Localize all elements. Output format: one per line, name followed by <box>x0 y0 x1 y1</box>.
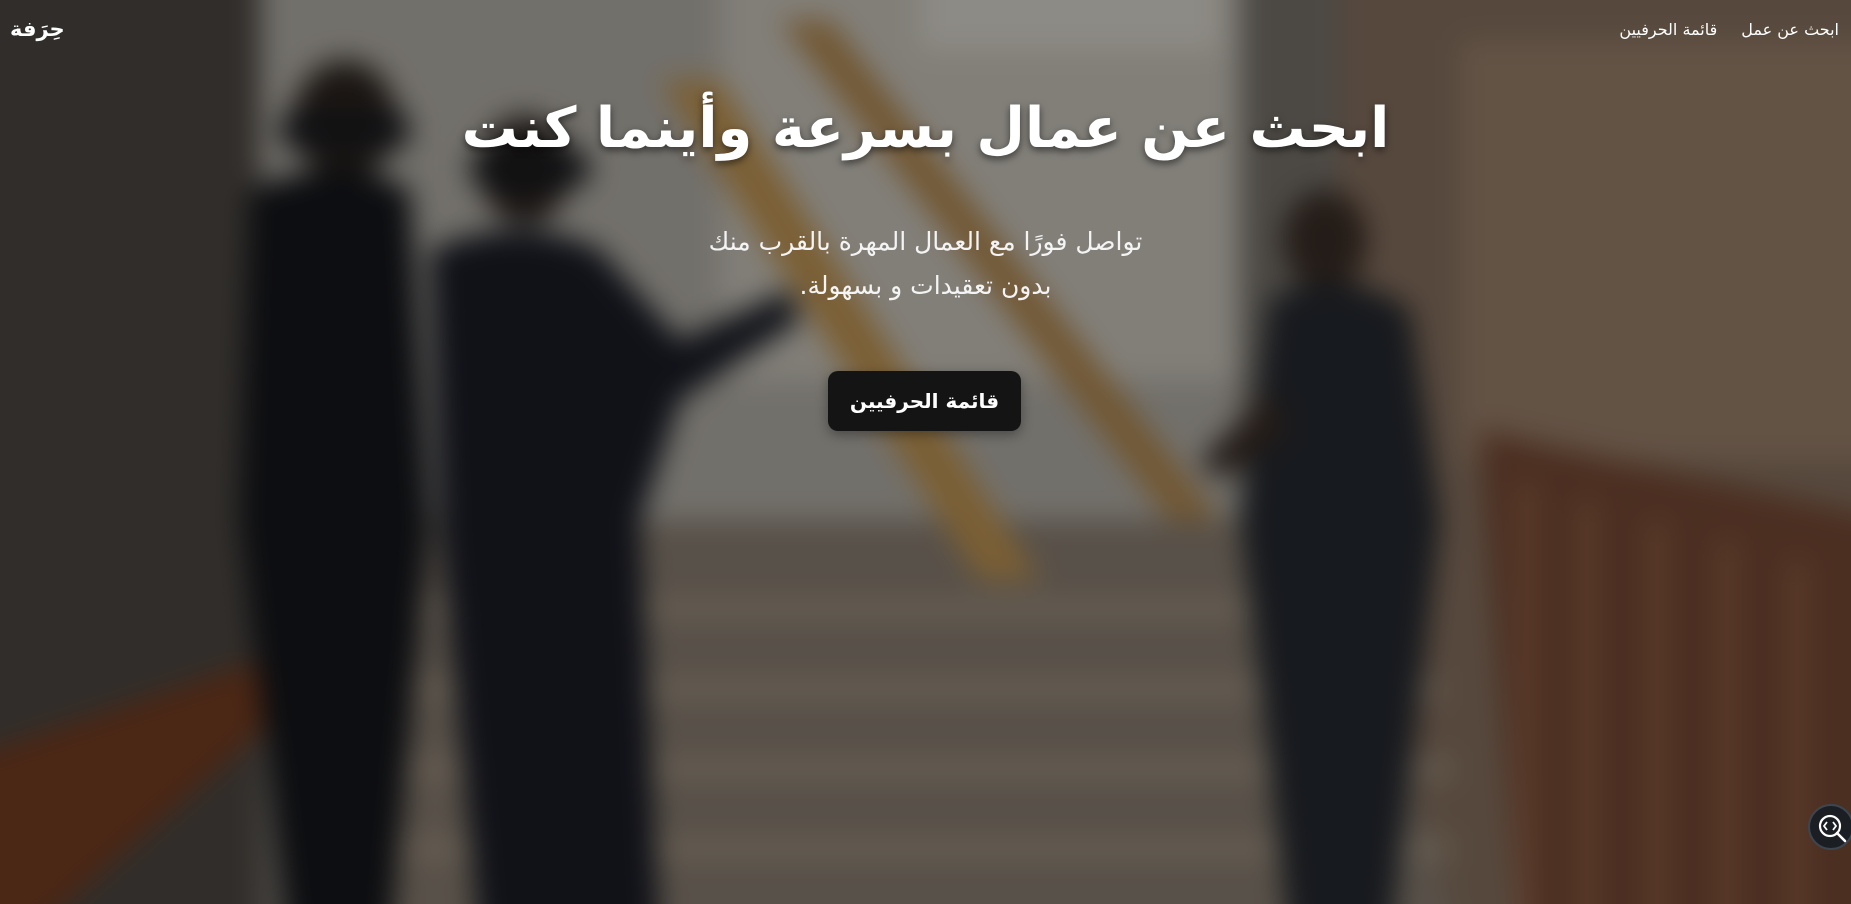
nav-link-craftsmen-list[interactable]: قائمة الحرفيين <box>1619 20 1717 39</box>
hero-subtitle: تواصل فورًا مع العمال المهرة بالقرب منك … <box>0 220 1851 308</box>
floating-tool-button[interactable] <box>1808 804 1851 850</box>
nav-links: ابحث عن عمل قائمة الحرفيين <box>1619 20 1839 39</box>
hero-title: ابحث عن عمال بسرعة وأينما كنت <box>461 96 1390 161</box>
hero-subtitle-line-2: بدون تعقيدات و بسهولة. <box>799 271 1052 300</box>
brand-logo[interactable]: حِرَفة <box>10 17 65 41</box>
code-search-icon <box>1818 814 1847 843</box>
hero-subtitle-line-1: تواصل فورًا مع العمال المهرة بالقرب منك <box>708 227 1143 256</box>
hero-section: ابحث عن عمل قائمة الحرفيين حِرَفة ابحث ع… <box>0 0 1851 904</box>
nav-link-find-job[interactable]: ابحث عن عمل <box>1741 20 1839 39</box>
craftsmen-list-button[interactable]: قائمة الحرفيين <box>828 371 1021 431</box>
top-navbar: ابحث عن عمل قائمة الحرفيين حِرَفة <box>0 0 1851 58</box>
